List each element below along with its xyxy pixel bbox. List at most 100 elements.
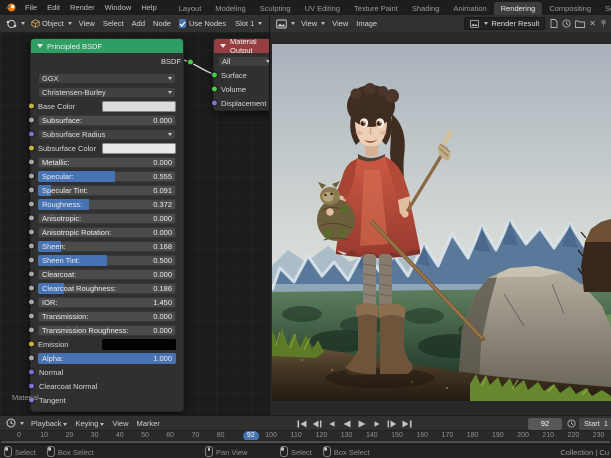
gray-socket[interactable] [28, 257, 35, 264]
timeline-editor-type-icon[interactable] [3, 417, 27, 430]
object-selector[interactable]: Object [28, 17, 75, 30]
slider-specular[interactable]: Specular:0.555 [38, 171, 176, 182]
open-folder-icon[interactable] [575, 20, 585, 28]
dropdown-christensen-burley[interactable]: Christensen-Burley [38, 87, 176, 98]
pin-icon[interactable] [600, 19, 607, 28]
image-editor-type-icon[interactable] [273, 17, 298, 30]
shader-menu-view[interactable]: View [75, 19, 99, 28]
timeline-menu-playback[interactable]: Playback [27, 419, 71, 428]
unlink-icon[interactable]: ✕ [589, 20, 596, 28]
gray-socket[interactable] [28, 215, 35, 222]
color-swatch-subsurface-color[interactable] [102, 143, 176, 154]
bsdf-row-clearcoat-roughness[interactable]: Clearcoat Roughness:0.186 [38, 281, 176, 295]
menu-render[interactable]: Render [65, 3, 100, 12]
image-menu-view[interactable]: View [328, 19, 352, 28]
jump-end-button[interactable] [401, 418, 413, 430]
bsdf-row-transmission-roughness[interactable]: Transmission Roughness:0.000 [38, 323, 176, 337]
new-image-icon[interactable] [550, 19, 558, 28]
gray-socket[interactable] [28, 355, 35, 362]
prev-keyframe-button[interactable] [311, 418, 323, 430]
bsdf-row-sheen-tint[interactable]: Sheen Tint:0.500 [38, 253, 176, 267]
use-nodes-checkbox[interactable] [179, 19, 186, 28]
slider-anisotropic[interactable]: Anisotropic:0.000 [38, 213, 176, 224]
tab-texture-paint[interactable]: Texture Paint [347, 2, 405, 15]
gray-socket[interactable] [28, 313, 35, 320]
bsdf-row-base-color[interactable]: Base Color [38, 99, 176, 113]
bsdf-row-ggx[interactable]: GGX [38, 71, 176, 85]
bsdf-row-normal[interactable]: Normal [38, 365, 176, 379]
shader-editor-canvas[interactable]: Principled BSDF BSDF GGXChristensen-Burl… [0, 32, 270, 415]
menu-edit[interactable]: Edit [42, 3, 65, 12]
slider-ior[interactable]: IOR:1.450 [38, 297, 176, 308]
tab-rendering[interactable]: Rendering [494, 2, 543, 15]
slider-sheen[interactable]: Sheen:0.168 [38, 241, 176, 252]
menu-file[interactable]: File [20, 3, 42, 12]
bsdf-row-sheen[interactable]: Sheen:0.168 [38, 239, 176, 253]
bsdf-row-specular[interactable]: Specular:0.555 [38, 169, 176, 183]
bsdf-row-anisotropic[interactable]: Anisotropic:0.000 [38, 211, 176, 225]
dropdown-ggx[interactable]: GGX [38, 73, 176, 84]
tab-modeling[interactable]: Modeling [208, 2, 252, 15]
start-frame-field[interactable]: Start 1 [579, 418, 611, 430]
bsdf-row-metallic[interactable]: Metallic:0.000 [38, 155, 176, 169]
slot-selector[interactable]: Slot 1 [232, 17, 265, 30]
prev-frame-button[interactable] [326, 418, 338, 430]
bsdf-row-clearcoat-normal[interactable]: Clearcoat Normal [38, 379, 176, 393]
bsdf-row-roughness[interactable]: Roughness:0.372 [38, 197, 176, 211]
gray-socket[interactable] [28, 173, 35, 180]
tab-layout[interactable]: Layout [172, 2, 209, 15]
shader-menu-select[interactable]: Select [99, 19, 128, 28]
gray-socket[interactable] [28, 271, 35, 278]
slider-metallic[interactable]: Metallic:0.000 [38, 157, 176, 168]
bsdf-row-christensen-burley[interactable]: Christensen-Burley [38, 85, 176, 99]
gray-socket[interactable] [28, 229, 35, 236]
bsdf-row-clearcoat[interactable]: Clearcoat:0.000 [38, 267, 176, 281]
bsdf-node-header[interactable]: Principled BSDF [31, 39, 183, 53]
collapse-icon[interactable] [220, 44, 226, 48]
tab-scripting[interactable]: Scripting [598, 2, 611, 15]
bsdf-row-anisotropic-rotation[interactable]: Anisotropic Rotation:0.000 [38, 225, 176, 239]
output-node-header[interactable]: Material Output [214, 39, 270, 53]
gray-socket[interactable] [28, 299, 35, 306]
tab-animation[interactable]: Animation [446, 2, 493, 15]
timeline-menu-view[interactable]: View [108, 419, 132, 428]
history-icon[interactable] [562, 19, 571, 28]
purple-socket[interactable] [211, 100, 218, 107]
purple-socket[interactable] [28, 383, 35, 390]
bsdf-row-ior[interactable]: IOR:1.450 [38, 295, 176, 309]
current-frame-field[interactable]: 92 [528, 418, 562, 430]
timeline-menu-marker[interactable]: Marker [133, 419, 164, 428]
slider-sheen-tint[interactable]: Sheen Tint:0.500 [38, 255, 176, 266]
gray-socket[interactable] [28, 187, 35, 194]
tab-shading[interactable]: Shading [405, 2, 447, 15]
color-swatch-base-color[interactable] [102, 101, 176, 112]
output-target-dropdown[interactable]: All [218, 56, 270, 67]
tab-compositing[interactable]: Compositing [542, 2, 598, 15]
bsdf-row-subsurface-radius[interactable]: Subsurface Radius [38, 127, 176, 141]
bsdf-row-emission[interactable]: Emission [38, 337, 176, 351]
gray-socket[interactable] [28, 117, 35, 124]
bsdf-row-alpha[interactable]: Alpha:1.000 [38, 351, 176, 365]
output-input-displacement[interactable]: Displacement [214, 96, 270, 110]
blender-logo-icon[interactable] [4, 2, 17, 13]
image-datablock-selector[interactable]: Render Result [464, 17, 545, 30]
output-input-surface[interactable]: Surface [214, 68, 270, 82]
bsdf-row-subsurface[interactable]: Subsurface:0.000 [38, 113, 176, 127]
play-reverse-button[interactable] [341, 418, 353, 430]
tab-sculpting[interactable]: Sculpting [253, 2, 298, 15]
shader-menu-node[interactable]: Node [149, 19, 175, 28]
collapse-icon[interactable] [37, 44, 43, 48]
image-menu-image[interactable]: Image [352, 19, 381, 28]
green-socket[interactable] [211, 86, 218, 93]
play-button[interactable] [356, 418, 368, 430]
bsdf-row-tangent[interactable]: Tangent [38, 393, 176, 407]
slider-clearcoat-roughness[interactable]: Clearcoat Roughness:0.186 [38, 283, 176, 294]
dropdown-subsurface-radius[interactable]: Subsurface Radius [38, 129, 176, 140]
mode-selector[interactable]: View [298, 17, 328, 30]
color-swatch-emission[interactable] [102, 339, 176, 350]
yellow-socket[interactable] [28, 103, 35, 110]
purple-socket[interactable] [28, 131, 35, 138]
shader-editor-type-icon[interactable] [3, 17, 28, 30]
output-input-volume[interactable]: Volume [214, 82, 270, 96]
image-editor-canvas[interactable] [270, 32, 611, 415]
